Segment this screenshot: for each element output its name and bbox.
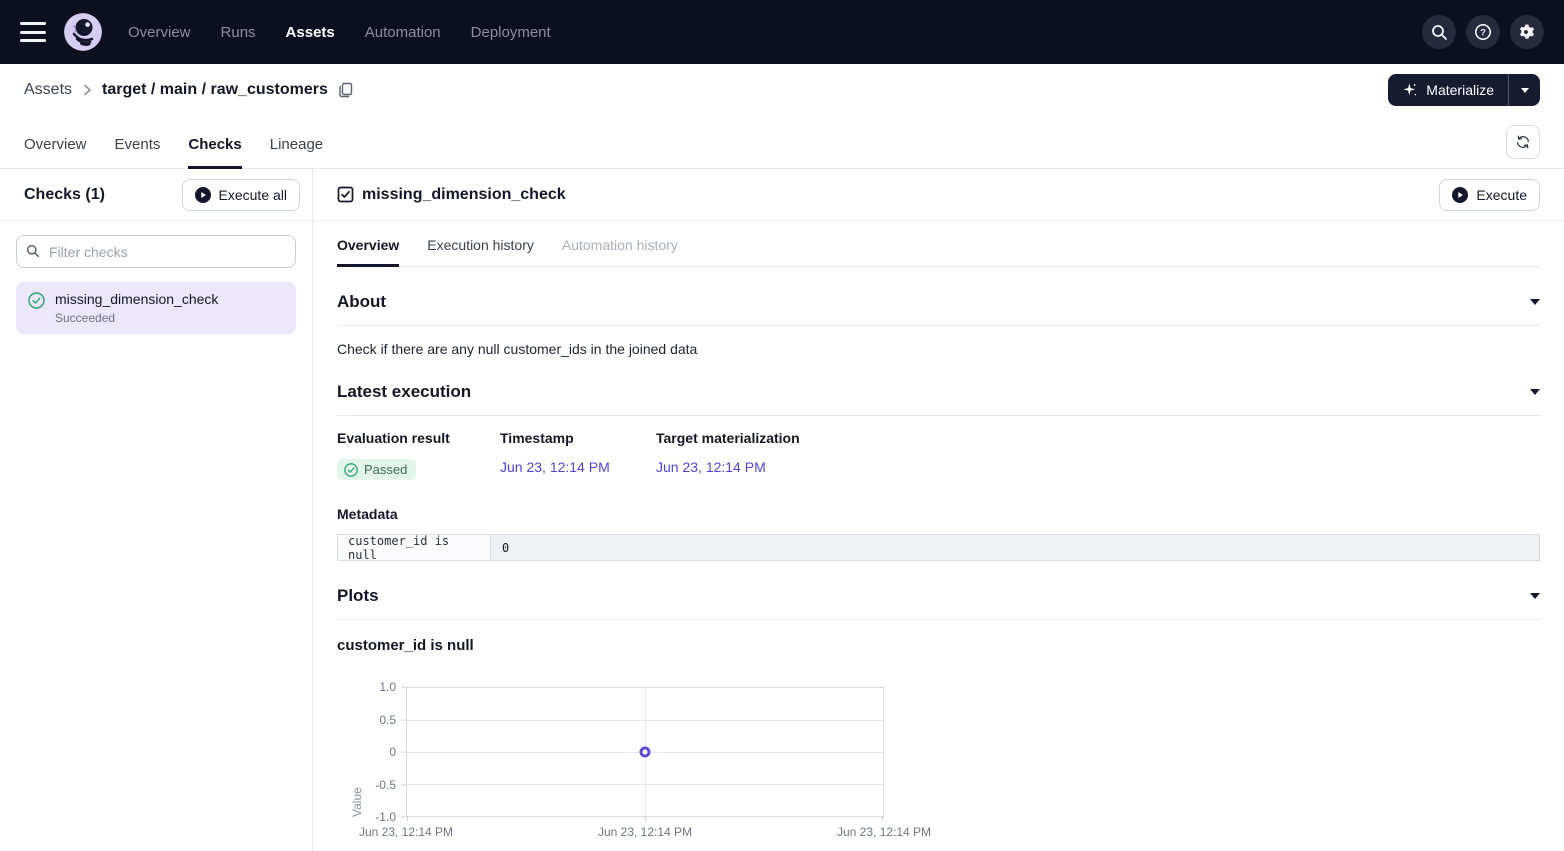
latest-execution-section-header: Latest execution <box>337 382 1540 416</box>
svg-text:?: ? <box>1480 27 1486 38</box>
breadcrumb-asset-path[interactable]: target / main / raw_customers <box>102 81 328 99</box>
hamburger-menu-icon[interactable] <box>20 22 46 42</box>
check-detail-tabs: Overview Execution history Automation hi… <box>337 221 1540 267</box>
execute-all-label: Execute all <box>219 187 287 203</box>
tab-lineage[interactable]: Lineage <box>270 136 323 168</box>
metadata-table: customer_id is null 0 <box>337 534 1540 561</box>
nav-item-automation[interactable]: Automation <box>365 24 441 41</box>
check-name: missing_dimension_check <box>55 291 218 307</box>
top-navigation: Overview Runs Assets Automation Deployme… <box>0 0 1564 64</box>
latest-execution-grid: Evaluation result Passed Timestamp Jun 2… <box>337 430 1540 480</box>
passed-badge-label: Passed <box>364 462 407 477</box>
materialize-dropdown-button[interactable] <box>1508 74 1540 106</box>
materialize-split-button: Materialize <box>1388 74 1540 106</box>
nav-item-assets[interactable]: Assets <box>286 24 335 41</box>
check-list-item[interactable]: missing_dimension_check Succeeded <box>16 282 296 334</box>
checks-sidebar-header: Checks (1) Execute all <box>0 169 312 221</box>
filter-checks-input[interactable] <box>16 235 296 268</box>
sparkle-icon <box>1402 82 1418 98</box>
tab-checks[interactable]: Checks <box>188 136 241 168</box>
check-success-icon <box>344 463 358 477</box>
search-icon[interactable] <box>1422 15 1456 49</box>
target-materialization-link[interactable]: Jun 23, 12:14 PM <box>656 459 766 475</box>
chart-plot-column: Jun 23, 12:14 PM Jun 23, 12:14 PM Jun 23… <box>406 687 884 843</box>
chart-x-ticks: Jun 23, 12:14 PM Jun 23, 12:14 PM Jun 23… <box>406 825 884 843</box>
asset-tabs-row: Overview Events Checks Lineage <box>0 116 1564 169</box>
metadata-key: customer_id is null <box>338 535 491 560</box>
refresh-icon <box>1515 134 1531 150</box>
dagster-logo-icon[interactable] <box>64 13 102 51</box>
y-tick: -1.0 <box>375 810 396 824</box>
execute-button[interactable]: Execute <box>1439 179 1540 211</box>
tab-overview[interactable]: Overview <box>24 136 87 168</box>
execute-label: Execute <box>1476 187 1527 203</box>
y-tick: 1.0 <box>379 680 396 694</box>
check-detail-header: missing_dimension_check Execute <box>313 169 1564 221</box>
refresh-button[interactable] <box>1506 125 1540 159</box>
topnav-right-icons: ? <box>1422 15 1544 49</box>
check-detail-title: missing_dimension_check <box>362 186 566 204</box>
chart-plot-area <box>406 687 884 817</box>
breadcrumb-assets-link[interactable]: Assets <box>24 81 72 99</box>
asset-tabs: Overview Events Checks Lineage <box>24 136 323 168</box>
check-list-item-text: missing_dimension_check Succeeded <box>55 291 218 325</box>
data-point[interactable] <box>640 747 651 758</box>
metadata-title: Metadata <box>337 506 1540 522</box>
collapse-caret-icon[interactable] <box>1530 593 1540 599</box>
gear-icon[interactable] <box>1510 15 1544 49</box>
nav-item-runs[interactable]: Runs <box>221 24 256 41</box>
metadata-value: 0 <box>491 535 1539 560</box>
check-detail-body: Overview Execution history Automation hi… <box>313 221 1564 843</box>
col-target-materialization: Target materialization <box>656 430 1540 446</box>
about-title: About <box>337 292 386 312</box>
collapse-caret-icon[interactable] <box>1530 389 1540 395</box>
check-detail-panel: missing_dimension_check Execute Overview… <box>313 169 1564 851</box>
y-tick: 0 <box>389 745 396 759</box>
materialize-button-label: Materialize <box>1426 82 1494 98</box>
search-icon <box>26 244 40 258</box>
timestamp-link[interactable]: Jun 23, 12:14 PM <box>500 459 610 475</box>
nav-item-overview[interactable]: Overview <box>128 24 191 41</box>
subtab-execution-history[interactable]: Execution history <box>427 237 534 266</box>
content-area: Checks (1) Execute all missing_dimension… <box>0 169 1564 851</box>
chevron-down-icon <box>1521 88 1529 93</box>
value-scatter-chart: Value 1.0 0.5 0 -0.5 -1.0 <box>350 687 1540 843</box>
checks-count-title: Checks (1) <box>24 186 105 204</box>
x-tick: Jun 23, 12:14 PM <box>598 825 692 839</box>
about-description: Check if there are any null customer_ids… <box>337 341 1540 357</box>
nav-item-deployment[interactable]: Deployment <box>471 24 551 41</box>
y-tick: -0.5 <box>375 778 396 792</box>
chart-y-axis-label: Value <box>350 687 364 817</box>
about-section-header: About <box>337 292 1540 326</box>
col-timestamp: Timestamp <box>500 430 656 446</box>
materialize-button[interactable]: Materialize <box>1388 74 1508 106</box>
checks-sidebar: Checks (1) Execute all missing_dimension… <box>0 169 313 851</box>
x-tick: Jun 23, 12:14 PM <box>837 825 931 839</box>
plots-title: Plots <box>337 586 379 606</box>
col-evaluation-result: Evaluation result <box>337 430 500 446</box>
main-nav-items: Overview Runs Assets Automation Deployme… <box>128 24 551 41</box>
latest-execution-title: Latest execution <box>337 382 471 402</box>
x-tick: Jun 23, 12:14 PM <box>359 825 453 839</box>
y-tick: 0.5 <box>379 713 396 727</box>
check-status: Succeeded <box>55 311 218 325</box>
execute-all-button[interactable]: Execute all <box>182 179 300 211</box>
plot-subtitle: customer_id is null <box>337 637 1540 654</box>
play-circle-icon <box>195 187 211 203</box>
check-square-icon <box>337 186 354 203</box>
chevron-right-icon <box>82 84 92 96</box>
help-icon[interactable]: ? <box>1466 15 1500 49</box>
copy-icon[interactable] <box>338 82 353 98</box>
check-success-icon <box>28 292 45 309</box>
subtab-automation-history[interactable]: Automation history <box>562 237 678 266</box>
subtab-overview[interactable]: Overview <box>337 237 399 266</box>
chart-y-ticks: 1.0 0.5 0 -0.5 -1.0 <box>364 687 406 817</box>
passed-badge: Passed <box>337 459 416 480</box>
collapse-caret-icon[interactable] <box>1530 299 1540 305</box>
plots-section-header: Plots <box>337 586 1540 620</box>
filter-checks-container <box>0 221 312 274</box>
play-circle-icon <box>1452 187 1468 203</box>
breadcrumb-row: Assets target / main / raw_customers Mat… <box>0 64 1564 116</box>
tab-events[interactable]: Events <box>115 136 161 168</box>
